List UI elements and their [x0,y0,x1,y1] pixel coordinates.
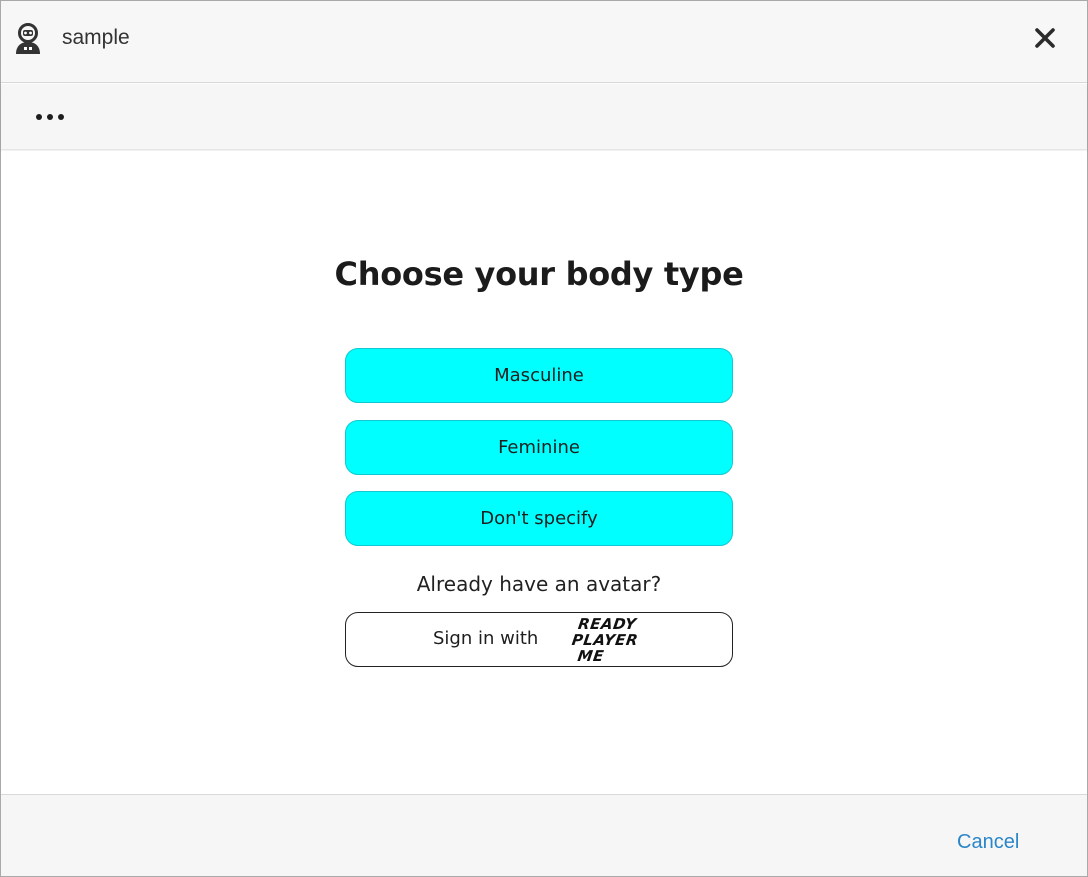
cancel-button[interactable]: Cancel [957,831,1019,854]
more-horizontal-icon[interactable] [33,104,69,130]
sign-in-button[interactable]: Sign in with READY PLAYER ME [345,612,733,667]
close-icon[interactable] [1030,23,1060,53]
main-content: Choose your body type Masculine Feminine… [1,151,1087,793]
footer-bar: Cancel [1,794,1087,876]
sign-in-label: Sign in with [433,628,539,649]
avatar-robot-icon [13,23,43,55]
page-title: Choose your body type [334,255,744,293]
dont-specify-button[interactable]: Don't specify [345,491,733,546]
window-title: sample [62,26,130,49]
masculine-button[interactable]: Masculine [345,348,733,403]
feminine-button[interactable]: Feminine [345,420,733,475]
dialog-window: sample Choose your body type Masculine F… [0,0,1088,877]
menu-bar [1,84,1087,150]
existing-avatar-prompt: Already have an avatar? [416,572,662,596]
ready-player-me-logo: READY PLAYER ME [570,615,640,665]
title-bar: sample [1,1,1087,83]
